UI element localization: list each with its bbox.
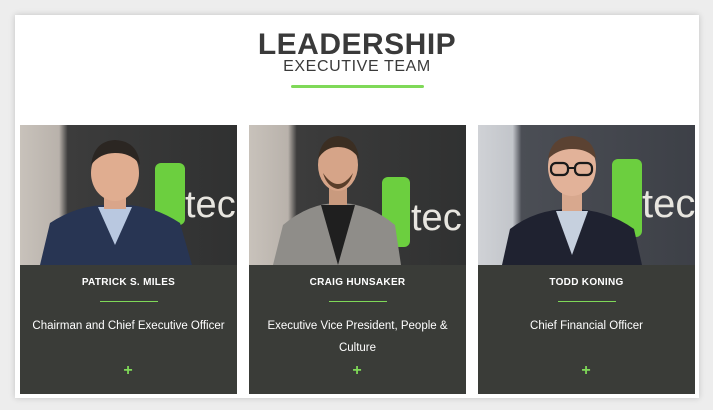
- logo-text: tec: [185, 184, 236, 226]
- leader-name: TODD KONING: [549, 277, 624, 288]
- page-title: LEADERSHIP: [257, 28, 457, 61]
- leadership-section: LEADERSHIP EXECUTIVE TEAM tec PATRICK S.…: [15, 15, 699, 398]
- leader-name: CRAIG HUNSAKER: [309, 277, 406, 288]
- leader-role: Chief Financial Officer: [530, 320, 643, 332]
- name-divider: [558, 301, 616, 302]
- leader-card-craig-hunsaker[interactable]: tec CRAIG HUNSAKER Executive Vice Presid…: [249, 125, 466, 394]
- leader-role: Chairman and Chief Executive Officer: [32, 320, 225, 332]
- leader-photo: tec: [478, 125, 695, 265]
- leader-name: PATRICK S. MILES: [81, 277, 176, 288]
- name-divider: [329, 301, 387, 302]
- expand-plus-icon[interactable]: +: [118, 361, 138, 381]
- leader-photo: tec: [249, 125, 466, 265]
- leader-card-patrick-miles[interactable]: tec PATRICK S. MILES Chairman and Chief …: [20, 125, 237, 394]
- expand-plus-icon[interactable]: +: [576, 361, 596, 381]
- expand-plus-icon[interactable]: +: [347, 361, 367, 381]
- leader-card-todd-koning[interactable]: tec TODD KONING Chief Financial Officer …: [478, 125, 695, 394]
- page-subtitle: EXECUTIVE TEAM: [283, 58, 431, 75]
- logo-text: tec: [411, 197, 462, 239]
- title-underline: [291, 85, 424, 88]
- leader-photo: tec: [20, 125, 237, 265]
- name-divider: [100, 301, 158, 302]
- leader-role: Executive Vice President, People & Cultu…: [267, 320, 448, 354]
- logo-text: tec: [642, 182, 695, 226]
